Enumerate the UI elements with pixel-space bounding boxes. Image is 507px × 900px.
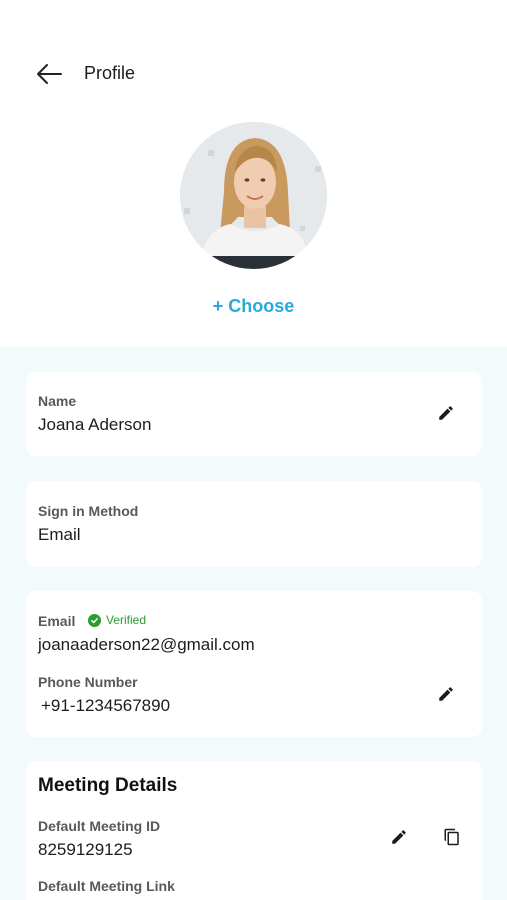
signin-method-card: Sign in Method Email	[26, 481, 482, 567]
phone-label: Phone Number	[38, 674, 138, 690]
email-label: Email	[38, 613, 76, 629]
pencil-icon	[392, 830, 406, 844]
name-value: Joana Aderson	[38, 415, 152, 434]
verified-badge: Verified	[88, 613, 146, 627]
verified-label: Verified	[106, 613, 147, 627]
copy-icon	[444, 828, 459, 846]
meeting-details-card: Meeting Details Default Meeting ID 82591…	[26, 761, 482, 900]
meeting-id-value: 8259129125	[38, 840, 133, 859]
meeting-id-label: Default Meeting ID	[38, 818, 161, 834]
pencil-icon	[439, 687, 453, 701]
avatar	[180, 122, 327, 269]
copy-meeting-id-button[interactable]	[438, 823, 466, 851]
edit-meeting-id-button[interactable]	[385, 823, 413, 851]
edit-name-button[interactable]	[432, 399, 460, 427]
name-card: Name Joana Aderson	[26, 372, 482, 456]
signin-method-label: Sign in Method	[38, 503, 139, 519]
edit-phone-button[interactable]	[432, 680, 460, 708]
arrow-left-icon	[37, 64, 62, 84]
pencil-icon	[439, 406, 453, 420]
page-title: Profile	[84, 63, 136, 83]
signin-method-value: Email	[38, 525, 81, 544]
meeting-details-title: Meeting Details	[38, 775, 178, 796]
profile-header: Profile + Choose	[0, 0, 507, 347]
profile-content: Name Joana Aderson Sign in Method Email …	[0, 347, 507, 900]
back-button[interactable]	[33, 58, 65, 90]
check-circle-icon	[88, 613, 101, 627]
meeting-link-label: Default Meeting Link	[38, 878, 175, 894]
choose-photo-button[interactable]: + Choose	[0, 296, 507, 317]
name-label: Name	[38, 393, 77, 409]
phone-value: +91-1234567890	[41, 696, 171, 715]
email-value: joanaaderson22@gmail.com	[38, 635, 255, 654]
contact-card: Email Verified joanaaderson22@gmail.com …	[26, 591, 482, 737]
